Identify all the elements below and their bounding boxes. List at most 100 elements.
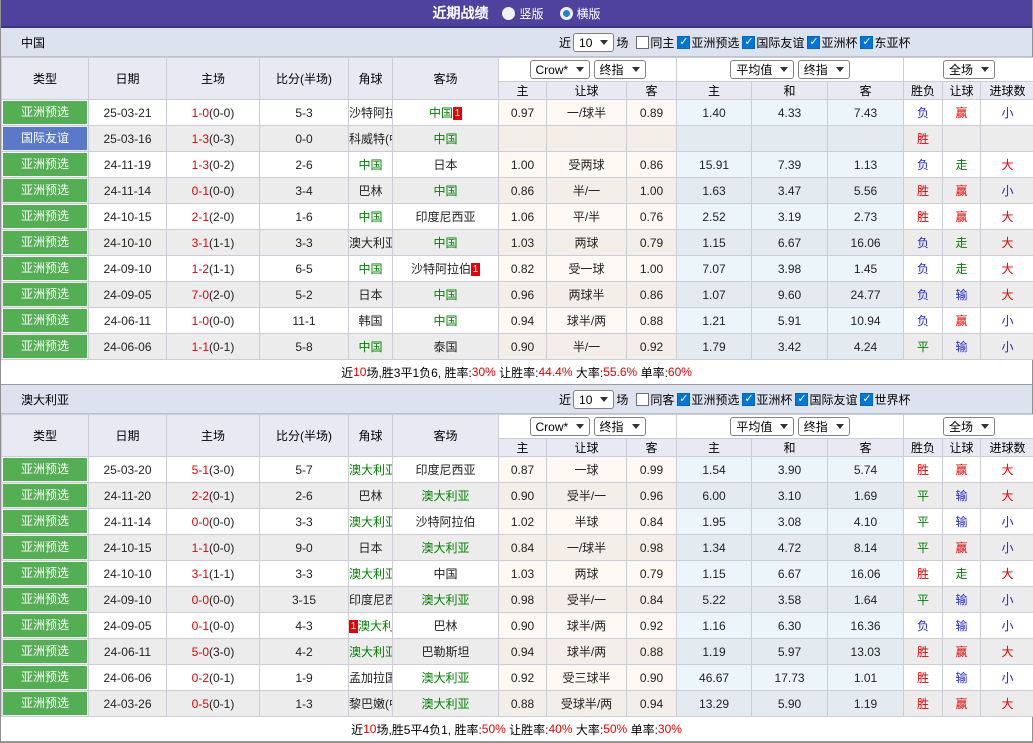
match-date: 24-09-05 — [89, 282, 167, 308]
league-checkbox[interactable]: ✓ — [677, 36, 690, 49]
league-checkbox[interactable]: ✓ — [742, 36, 755, 49]
home-team-cell: 日本 — [349, 282, 393, 308]
summary-part: 60% — [668, 365, 692, 379]
match-date: 25-03-21 — [89, 100, 167, 126]
league-checkbox[interactable]: ✓ — [795, 393, 808, 406]
scope-select[interactable]: 全场 — [943, 60, 995, 79]
same-venue-checkbox[interactable] — [636, 36, 649, 49]
avg-away-odds: 8.14 — [828, 535, 904, 561]
avg-away-odds: 16.06 — [828, 230, 904, 256]
result-winlose-cell: 负 — [904, 230, 943, 256]
corner-score: 5-7 — [260, 457, 349, 483]
result-winlose-cell: 胜 — [904, 639, 943, 665]
col-date: 日期 — [89, 58, 167, 100]
average-select[interactable]: 平均值 — [730, 417, 794, 436]
average-stage-select-value: 终指 — [804, 61, 828, 78]
result-goals: 大 — [1002, 210, 1014, 224]
corner-score: 3-15 — [260, 587, 349, 613]
home-team-cell: 澳大利亚 — [349, 457, 393, 483]
col-result-let: 让球 — [943, 439, 981, 457]
summary-part: 大率: — [573, 364, 604, 381]
result-goals: 大 — [1002, 697, 1014, 711]
result-handicap-cell: 输 — [943, 483, 981, 509]
match-row: 亚洲预选24-11-191-3(0-2)2-6中国日本1.00受两球0.8615… — [2, 152, 1033, 178]
result-winlose: 平 — [917, 489, 929, 503]
result-winlose-cell: 平 — [904, 509, 943, 535]
score-cell: 0-2(0-1) — [167, 665, 260, 691]
match-type-cell: 亚洲预选 — [2, 613, 89, 639]
avg-draw-odds: 5.97 — [752, 639, 828, 665]
let-line: 球半/两 — [547, 639, 627, 665]
odds-stage-select[interactable]: 终指 — [594, 60, 646, 79]
halftime-score: (0-1) — [209, 489, 234, 503]
league-checkbox[interactable]: ✓ — [677, 393, 690, 406]
result-handicap-cell: 输 — [943, 587, 981, 613]
bookmaker-select[interactable]: Crow* — [530, 60, 591, 79]
away-team-name: 中国 — [433, 314, 457, 328]
result-handicap: 输 — [956, 489, 968, 503]
home-team-cell: 科威特(中) — [349, 126, 393, 152]
avg-draw-odds: 3.08 — [752, 509, 828, 535]
section-title-row: 澳大利亚 近10场同客✓亚洲预选✓亚洲杯✓国际友谊✓世界杯 — [1, 385, 1032, 414]
result-winlose: 负 — [917, 158, 929, 172]
fulltime-score: 7-0 — [192, 288, 209, 302]
league-checkbox[interactable]: ✓ — [742, 393, 755, 406]
league-checkbox[interactable]: ✓ — [860, 36, 873, 49]
result-winlose: 胜 — [917, 567, 929, 581]
match-count-select[interactable]: 10 — [573, 33, 614, 52]
home-team-name: 澳大利亚 — [349, 236, 393, 250]
average-select[interactable]: 平均值 — [730, 60, 794, 79]
result-handicap-cell: 赢 — [943, 308, 981, 334]
result-winlose-cell: 胜 — [904, 665, 943, 691]
let-line: 两球 — [547, 561, 627, 587]
result-goals-cell: 小 — [981, 665, 1033, 691]
halftime-score: (2-0) — [209, 210, 234, 224]
corner-score: 11-1 — [260, 308, 349, 334]
corner-score: 3-3 — [260, 509, 349, 535]
chevron-down-icon — [981, 424, 989, 429]
league-checkbox[interactable]: ✓ — [807, 36, 820, 49]
radio-unselected-icon[interactable] — [502, 7, 515, 20]
radio-selected-icon[interactable] — [560, 7, 573, 20]
average-select-value: 平均值 — [736, 418, 772, 435]
same-venue-checkbox[interactable] — [636, 393, 649, 406]
result-goals-cell: 小 — [981, 334, 1033, 360]
fulltime-score: 3-1 — [192, 236, 209, 250]
avg-away-odds: 16.36 — [828, 613, 904, 639]
bookmaker-select[interactable]: Crow* — [530, 417, 591, 436]
odds-stage-select[interactable]: 终指 — [594, 417, 646, 436]
match-type-badge: 亚洲预选 — [3, 666, 87, 689]
result-handicap: 输 — [956, 593, 968, 607]
scope-select-value: 全场 — [949, 61, 973, 78]
fulltime-score: 1-0 — [192, 106, 209, 120]
let-line: 两球半 — [547, 282, 627, 308]
scope-select[interactable]: 全场 — [943, 417, 995, 436]
result-goals: 小 — [1002, 340, 1014, 354]
halftime-score: (0-0) — [209, 106, 234, 120]
away-team-name: 中国 — [429, 106, 453, 120]
average-stage-select[interactable]: 终指 — [798, 417, 850, 436]
away-team-name: 澳大利亚 — [421, 697, 469, 711]
chevron-down-icon — [780, 424, 788, 429]
let-away-odds: 0.79 — [627, 561, 677, 587]
result-goals: 小 — [1002, 184, 1014, 198]
avg-draw-odds: 3.19 — [752, 204, 828, 230]
radio-horizontal-layout[interactable]: 横版 — [560, 5, 601, 22]
match-type-badge: 亚洲预选 — [3, 614, 87, 637]
league-checkbox[interactable]: ✓ — [860, 393, 873, 406]
radio-vertical-layout[interactable]: 竖版 — [502, 5, 543, 22]
home-team-cell: 黎巴嫩(中) — [349, 691, 393, 717]
result-handicap: 赢 — [956, 645, 968, 659]
result-handicap: 输 — [956, 671, 968, 685]
result-handicap-cell: 赢 — [943, 535, 981, 561]
let-line: 半/一 — [547, 334, 627, 360]
avg-draw-odds: 6.67 — [752, 561, 828, 587]
header-row-top: 类型 日期 主场 比分(半场) 角球 客场 Crow* 终指 平均值 终指 — [2, 415, 1033, 439]
matches-table: 类型 日期 主场 比分(半场) 角球 客场 Crow* 终指 平均值 终指 — [1, 57, 1033, 360]
match-count-select[interactable]: 10 — [573, 390, 614, 409]
away-team-name: 中国 — [433, 236, 457, 250]
avg-home-odds: 1.63 — [677, 178, 752, 204]
result-handicap: 输 — [956, 619, 968, 633]
avg-home-odds: 1.15 — [677, 561, 752, 587]
average-stage-select[interactable]: 终指 — [798, 60, 850, 79]
